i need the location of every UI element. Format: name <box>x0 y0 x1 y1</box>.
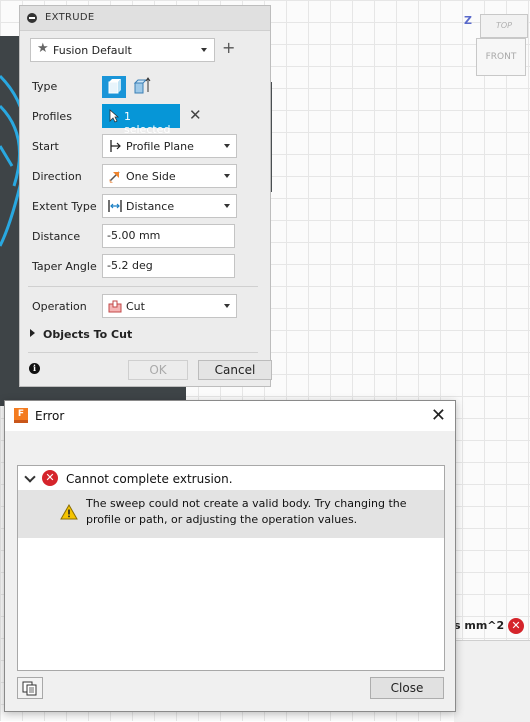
taper-angle-input[interactable]: -5.2 deg <box>102 254 235 278</box>
start-value: Profile Plane <box>126 140 194 153</box>
profiles-select-button[interactable]: 1 selected <box>102 104 180 136</box>
cut-icon <box>108 300 122 313</box>
ok-button[interactable]: OK <box>128 360 188 380</box>
operation-label: Operation <box>32 300 87 313</box>
message-detail: The sweep could not create a valid body.… <box>18 490 444 538</box>
close-icon[interactable]: ✕ <box>431 405 446 426</box>
distance-label: Distance <box>32 230 81 243</box>
fusion-logo-icon: F <box>14 408 28 423</box>
extrude-panel: EXTRUDE ★ Fusion Default + Type Profiles… <box>19 5 272 387</box>
start-label: Start <box>32 140 59 153</box>
preset-value: Fusion Default <box>53 44 132 57</box>
direction-value: One Side <box>126 170 176 183</box>
error-icon: ✕ <box>42 470 58 486</box>
close-button[interactable]: Close <box>370 677 444 699</box>
bottom-strip <box>454 640 530 722</box>
objects-to-cut-label: Objects To Cut <box>43 328 133 341</box>
chevron-down-icon <box>224 304 230 308</box>
warning-icon <box>60 504 78 520</box>
divider <box>28 352 258 353</box>
solid-extrude-icon <box>108 79 121 94</box>
thin-extrude-icon <box>133 77 151 94</box>
chevron-down-icon[interactable] <box>24 471 36 483</box>
chevron-down-icon <box>201 48 207 52</box>
divider <box>28 286 258 287</box>
message-row[interactable]: ✕ Cannot complete extrusion. <box>18 466 444 490</box>
distance-input[interactable]: -5.00 mm <box>102 224 235 248</box>
direction-dropdown[interactable]: One Side <box>102 164 237 188</box>
profiles-value: 1 selected <box>124 110 171 136</box>
error-icon[interactable]: ✕ <box>508 618 524 634</box>
panel-header: EXTRUDE <box>20 6 270 31</box>
message-heading: Cannot complete extrusion. <box>66 472 233 486</box>
area-readout: s mm^2 <box>454 619 505 632</box>
message-detail-text: The sweep could not create a valid body.… <box>86 497 407 526</box>
chevron-down-icon <box>224 144 230 148</box>
profile-plane-icon <box>110 140 121 152</box>
operation-value: Cut <box>126 300 145 313</box>
type-solid-button[interactable] <box>102 76 126 98</box>
extent-type-label: Extent Type <box>32 200 97 213</box>
clear-selection-icon[interactable]: ✕ <box>189 106 202 124</box>
cursor-icon <box>109 109 119 123</box>
operation-dropdown[interactable]: Cut <box>102 294 237 318</box>
collapse-icon[interactable] <box>27 13 37 23</box>
view-cube[interactable]: Z TOP FRONT <box>462 6 530 78</box>
chevron-down-icon <box>224 204 230 208</box>
copy-button[interactable] <box>17 677 43 699</box>
chevron-down-icon <box>224 174 230 178</box>
extent-type-value: Distance <box>126 200 175 213</box>
view-cube-front-face[interactable]: FRONT <box>476 38 526 76</box>
distance-icon <box>108 200 122 212</box>
star-icon: ★ <box>37 41 49 56</box>
dialog-titlebar: F Error ✕ <box>5 401 455 431</box>
view-cube-top-face[interactable]: TOP <box>480 14 528 38</box>
expand-triangle-icon <box>30 329 35 337</box>
direction-label: Direction <box>32 170 82 183</box>
info-icon[interactable]: i <box>29 363 40 374</box>
dialog-title: Error <box>35 409 65 423</box>
extent-type-dropdown[interactable]: Distance <box>102 194 237 218</box>
panel-title: EXTRUDE <box>45 12 95 23</box>
message-list: ✕ Cannot complete extrusion. The sweep c… <box>17 465 445 671</box>
profiles-label: Profiles <box>32 110 72 123</box>
copy-icon <box>22 681 37 696</box>
type-thin-button[interactable] <box>130 76 154 98</box>
error-dialog: F Error ✕ ✕ Cannot complete extrusion. T… <box>4 400 456 712</box>
start-dropdown[interactable]: Profile Plane <box>102 134 237 158</box>
type-label: Type <box>32 80 58 93</box>
preset-dropdown[interactable]: ★ Fusion Default <box>30 38 215 62</box>
taper-angle-label: Taper Angle <box>32 260 97 273</box>
one-side-icon <box>109 171 120 183</box>
cancel-button[interactable]: Cancel <box>198 360 272 380</box>
objects-to-cut-toggle[interactable]: Objects To Cut <box>30 328 132 341</box>
z-axis-label: Z <box>464 14 472 27</box>
add-preset-icon[interactable]: + <box>222 39 235 57</box>
